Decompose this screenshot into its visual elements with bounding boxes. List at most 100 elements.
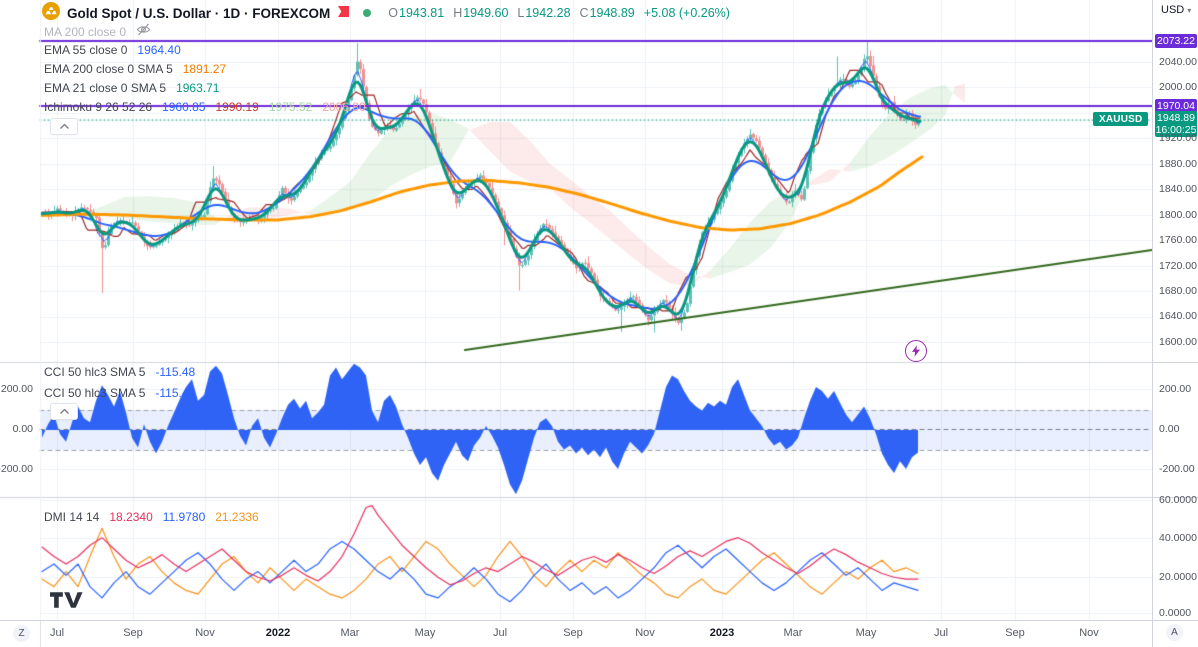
collapse-cci-legend-button[interactable] (50, 403, 78, 420)
adx-value: 18.2340 (109, 510, 153, 524)
high-label: H (453, 6, 463, 20)
price-tick-label: 2000.00 (1159, 81, 1197, 93)
pane-separator (1153, 362, 1198, 363)
price-tick-label: 0.0000 (1159, 607, 1192, 619)
time-tick-label: Sep (123, 627, 143, 639)
price-tick-label: 1680.00 (1159, 285, 1197, 297)
auto-scale-button[interactable]: A (1166, 624, 1183, 641)
symbol-price-tag: XAUUSD (1093, 112, 1149, 126)
indicator-title: CCI 50 hlc3 SMA 5 (44, 365, 146, 379)
low-value: 1942.28 (525, 6, 571, 20)
open-value: 1943.81 (399, 6, 445, 20)
indicator-value: -115.48 (155, 386, 196, 400)
legend-row-cci-1[interactable]: CCI 50 hlc3 SMA 5 -115.48 (44, 364, 195, 380)
time-tick-label: 2023 (709, 627, 735, 639)
lightning-icon (912, 345, 920, 357)
legend-row-ema200[interactable]: EMA 200 close 0 SMA 5 1891.27 (44, 61, 226, 77)
senkou-a-value: 1975.52 (268, 100, 313, 114)
eye-off-icon[interactable] (136, 23, 151, 41)
change-value: +5.08 (+0.26%) (643, 6, 730, 20)
time-tick-label: Nov (635, 627, 655, 639)
chevron-down-icon: ▾ (1187, 5, 1192, 15)
legend-row-ema55[interactable]: EMA 55 close 0 1964.40 (44, 42, 181, 58)
indicator-title: DMI 14 14 (44, 510, 100, 524)
hline-price-badge: 2073.22 (1155, 34, 1197, 48)
price-tick-label: 200.00 (1159, 383, 1192, 395)
indicator-value: -115.48 (155, 365, 196, 379)
indicator-value: 1891.27 (182, 62, 227, 76)
ohlc-values: O 1943.81 H 1949.60 L 1942.28 C 1948.89 +5.0… (388, 6, 730, 20)
currency-label: USD (1161, 4, 1185, 16)
time-tick-label: Sep (1005, 627, 1025, 639)
plus-di-value: 11.9780 (162, 510, 206, 524)
open-label: O (388, 6, 398, 20)
minus-di-value: 21.2336 (215, 510, 259, 524)
price-tick-label: 60.0000 (1159, 494, 1197, 506)
tradingview-logo[interactable] (50, 592, 83, 613)
indicator-value: 1964.40 (137, 43, 181, 57)
price-tick-label: 1880.00 (1159, 158, 1197, 170)
chart-canvas[interactable] (0, 0, 1198, 647)
time-tick-label: Nov (195, 627, 215, 639)
time-tick-label: 2022 (265, 627, 291, 639)
timezone-button[interactable]: Z (13, 625, 30, 642)
lightning-boost-button[interactable] (905, 340, 927, 362)
price-axis[interactable]: USD ▾ 2073.22 1970.04 1948.89 16:00:25 A… (1152, 0, 1198, 647)
price-tick-label: 0.00 (1159, 423, 1180, 435)
price-tick-label: 1800.00 (1159, 209, 1197, 221)
price-tick-label: 1840.00 (1159, 183, 1197, 195)
price-tick-label: 1600.00 (1159, 336, 1197, 348)
price-tick-label: 1920.00 (1159, 132, 1197, 144)
high-value: 1949.60 (463, 6, 509, 20)
indicator-title: EMA 200 close 0 SMA 5 (44, 62, 173, 76)
legend-row-dmi[interactable]: DMI 14 14 18.2340 11.9780 21.2336 (44, 509, 259, 525)
market-status-dot[interactable] (363, 9, 372, 17)
legend-row-cci-2[interactable]: CCI 50 hlc3 SMA 5 -115.48 (44, 385, 195, 401)
cci-tick-label: 200.00 (0, 383, 33, 395)
close-value: 1948.89 (589, 6, 635, 20)
time-tick-label: May (414, 627, 436, 639)
time-tick-label: Sep (563, 627, 583, 639)
indicator-title: EMA 55 close 0 (44, 43, 128, 57)
price-tick-label: 40.0000 (1159, 532, 1197, 544)
flag-icon[interactable] (337, 4, 350, 22)
indicator-title: MA 200 close 0 (44, 25, 127, 39)
price-tick-label: 1640.00 (1159, 310, 1197, 322)
cci-tick-label: -200.00 (0, 463, 33, 475)
low-label: L (517, 6, 525, 20)
time-tick-label: Jul (492, 627, 508, 639)
senkou-b-value: 2006.80 (322, 100, 366, 114)
indicator-title: Ichimoku 9 26 52 26 (44, 100, 153, 114)
legend-row-ema21[interactable]: EMA 21 close 0 SMA 5 1963.71 (44, 80, 219, 96)
time-tick-label: Mar (340, 627, 360, 639)
time-tick-label: Mar (783, 627, 803, 639)
axis-separator (1153, 620, 1198, 621)
close-label: C (579, 6, 589, 20)
price-tick-label: 1720.00 (1159, 260, 1197, 272)
price-tick-label: 1760.00 (1159, 234, 1197, 246)
currency-unit-selector[interactable]: USD ▾ (1161, 4, 1191, 16)
tenkan-value: 1960.85 (162, 100, 206, 114)
time-tick-label: Nov (1079, 627, 1099, 639)
legend-row-ma200-hidden[interactable]: MA 200 close 0 (44, 23, 151, 41)
tradingview-chart-window: Gold Spot / U.S. Dollar · 1D · FOREXCOM … (0, 0, 1198, 647)
price-tick-label: -200.00 (1159, 463, 1195, 475)
indicator-title: EMA 21 close 0 SMA 5 (44, 81, 167, 95)
time-tick-label: Jul (49, 627, 65, 639)
price-tick-label: 2040.00 (1159, 56, 1197, 68)
indicator-value: 1963.71 (176, 81, 220, 95)
kijun-value: 1990.19 (215, 100, 259, 114)
price-tick-label: 20.0000 (1159, 571, 1197, 583)
last-price-value: 1948.89 (1157, 112, 1195, 124)
symbol-title: Gold Spot / U.S. Dollar · 1D · FOREXCOM (67, 5, 331, 21)
legend-row-ichimoku[interactable]: Ichimoku 9 26 52 26 1960.85 1990.19 1975… (44, 99, 366, 115)
symbol-logo-icon (42, 1, 60, 25)
cci-tick-label: 0.00 (12, 423, 33, 435)
time-axis[interactable]: Z Jul Sep Nov 2022 Mar May Jul Sep Nov 2023 Mar May… (0, 620, 1152, 647)
indicator-title: CCI 50 hlc3 SMA 5 (44, 386, 146, 400)
time-tick-label: Jul (933, 627, 949, 639)
cci-left-axis: 200.00 0.00 -200.00 (0, 0, 36, 620)
collapse-legend-button[interactable] (50, 118, 78, 135)
symbol-legend-row[interactable]: Gold Spot / U.S. Dollar · 1D · FOREXCOM … (42, 1, 730, 22)
time-tick-label: May (855, 627, 877, 639)
